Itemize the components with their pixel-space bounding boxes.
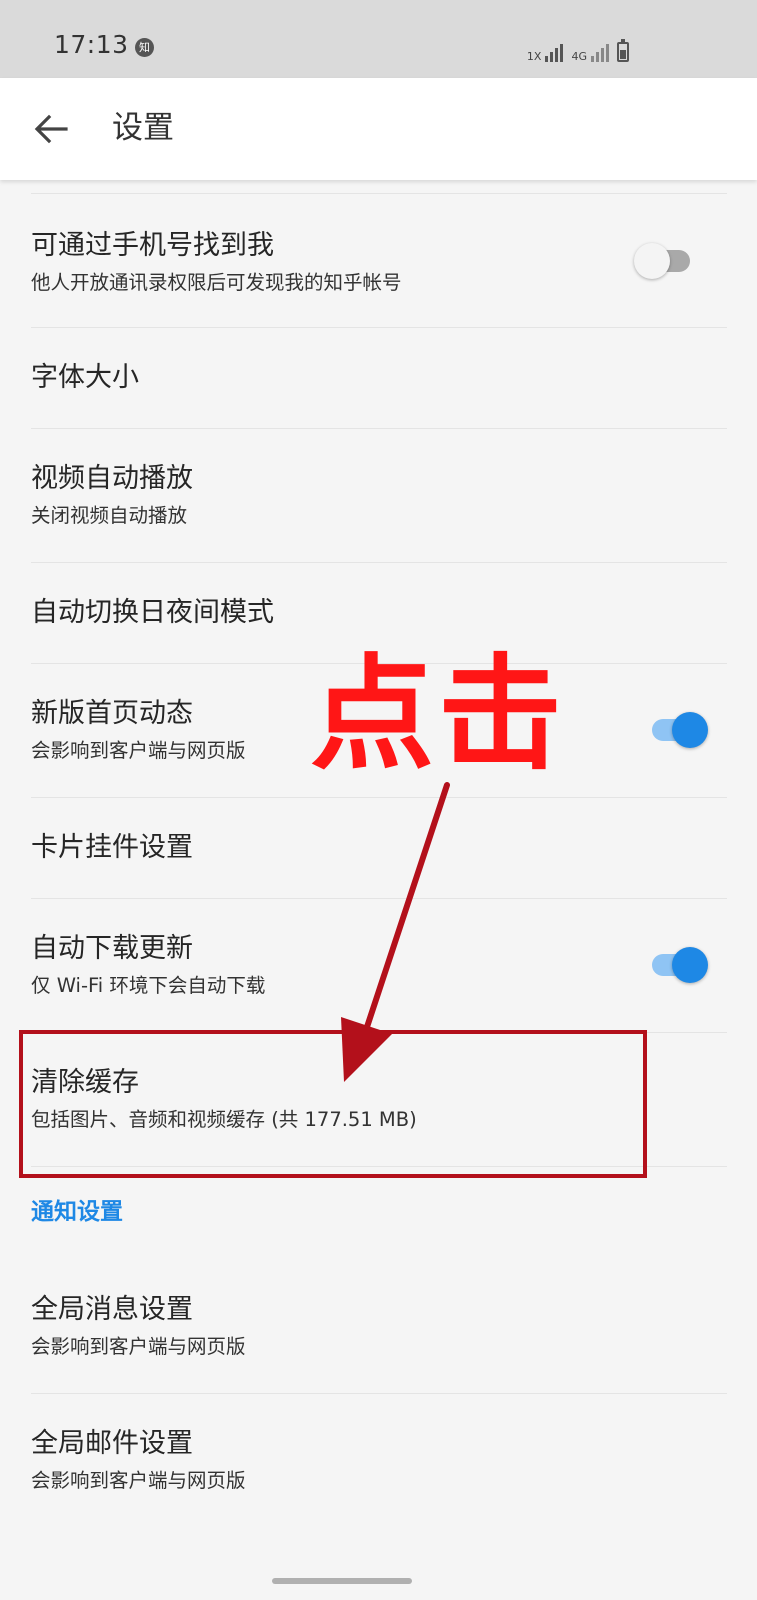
- annotation-highlight-box: [19, 1030, 647, 1178]
- annotation-arrow-icon: [341, 782, 450, 1082]
